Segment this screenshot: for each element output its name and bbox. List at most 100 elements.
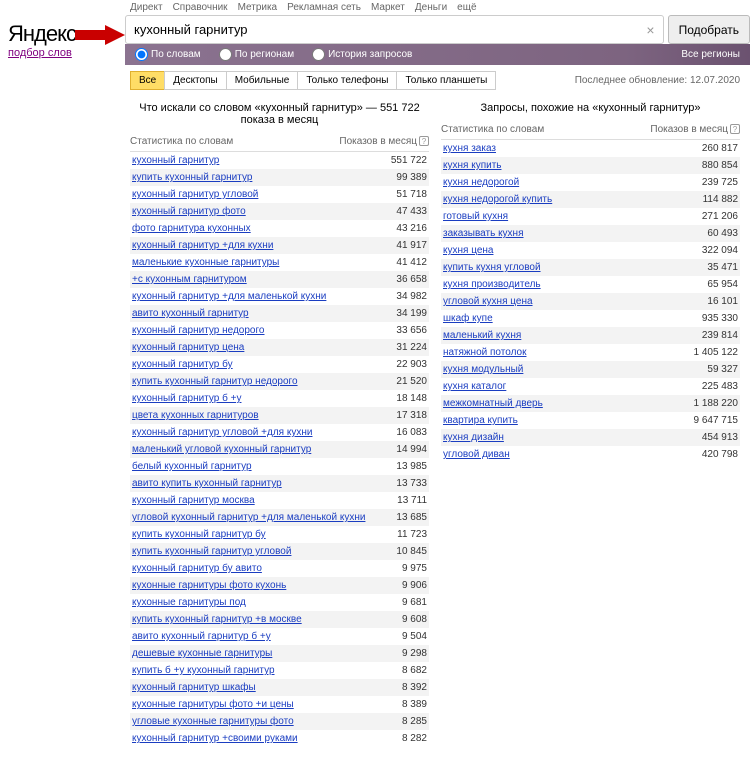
keyword-link[interactable]: кухонный гарнитур бу авито xyxy=(132,563,262,574)
count-value: 99 389 xyxy=(367,172,427,183)
keyword-link[interactable]: кухонный гарнитур шкафы xyxy=(132,682,256,693)
help-icon[interactable]: ? xyxy=(419,136,429,146)
keyword-link[interactable]: кухня производитель xyxy=(443,279,541,290)
count-value: 239 725 xyxy=(678,177,738,188)
keyword-link[interactable]: кухонный гарнитур цена xyxy=(132,342,244,353)
nav-link[interactable]: Справочник xyxy=(173,2,228,13)
keyword-link[interactable]: угловой кухонный гарнитур +для маленькой… xyxy=(132,512,365,523)
keyword-link[interactable]: цвета кухонных гарнитуров xyxy=(132,410,259,421)
keyword-link[interactable]: кухня дизайн xyxy=(443,432,504,443)
keyword-link[interactable]: купить б +у кухонный гарнитур xyxy=(132,665,275,676)
keyword-link[interactable]: маленький кухня xyxy=(443,330,521,341)
keyword-link[interactable]: кухня каталог xyxy=(443,381,506,392)
keyword-link[interactable]: кухня недорогой xyxy=(443,177,519,188)
search-input[interactable] xyxy=(128,18,640,41)
keyword-link[interactable]: кухня купить xyxy=(443,160,501,171)
count-value: 551 722 xyxy=(367,155,427,166)
keyword-link[interactable]: кухонный гарнитур недорого xyxy=(132,325,265,336)
submit-button[interactable]: Подобрать xyxy=(668,15,750,44)
keyword-link[interactable]: заказывать кухня xyxy=(443,228,524,239)
count-value: 420 798 xyxy=(678,449,738,460)
keyword-link[interactable]: купить кухонный гарнитур угловой xyxy=(132,546,291,557)
nav-link[interactable]: Директ xyxy=(130,2,163,13)
keyword-link[interactable]: маленький угловой кухонный гарнитур xyxy=(132,444,311,455)
count-value: 43 216 xyxy=(367,223,427,234)
tab-tablets[interactable]: Только планшеты xyxy=(396,71,496,90)
count-value: 239 814 xyxy=(678,330,738,341)
keyword-link[interactable]: угловые кухонные гарнитуры фото xyxy=(132,716,294,727)
radio[interactable] xyxy=(312,48,325,61)
nav-link[interactable]: Рекламная сеть xyxy=(287,2,361,13)
keyword-link[interactable]: кухонный гарнитур москва xyxy=(132,495,255,506)
table-row: кухонный гарнитур бу авито9 975 xyxy=(130,560,429,577)
keyword-link[interactable]: купить кухонный гарнитур xyxy=(132,172,252,183)
table-row: купить кухонный гарнитур недорого 21 520 xyxy=(130,373,429,390)
keyword-link[interactable]: кухонный гарнитур угловой +для кухни xyxy=(132,427,312,438)
filter-by-words[interactable]: По словам xyxy=(135,48,201,61)
keyword-link[interactable]: авито купить кухонный гарнитур xyxy=(132,478,282,489)
filter-history[interactable]: История запросов xyxy=(312,48,412,61)
keyword-link[interactable]: авито кухонный гарнитур б +у xyxy=(132,631,271,642)
keyword-link[interactable]: кухня заказ xyxy=(443,143,496,154)
keyword-link[interactable]: +с кухонным гарнитуром xyxy=(132,274,247,285)
keyword-link[interactable]: кухонный гарнитур +своими руками xyxy=(132,733,298,744)
logo-sub-link[interactable]: подбор слов xyxy=(8,47,72,59)
keyword-link[interactable]: купить кухонный гарнитур недорого xyxy=(132,376,298,387)
keyword-link[interactable]: кухонный гарнитур б +у xyxy=(132,393,241,404)
table-row: купить кухонный гарнитур 99 389 xyxy=(130,169,429,186)
keyword-link[interactable]: кухонный гарнитур +для кухни xyxy=(132,240,273,251)
keyword-link[interactable]: купить кухонный гарнитур +в москве xyxy=(132,614,302,625)
keyword-link[interactable]: авито кухонный гарнитур xyxy=(132,308,249,319)
keyword-link[interactable]: кухня модульный xyxy=(443,364,523,375)
keyword-link[interactable]: кухонный гарнитур угловой xyxy=(132,189,258,200)
all-regions-link[interactable]: Все регионы xyxy=(681,49,740,60)
radio[interactable] xyxy=(219,48,232,61)
keyword-link[interactable]: кухонный гарнитур бу xyxy=(132,359,233,370)
keyword-link[interactable]: кухонный гарнитур xyxy=(132,155,219,166)
keyword-link[interactable]: готовый кухня xyxy=(443,211,508,222)
table-row: маленький кухня 239 814 xyxy=(441,327,740,344)
table-row: кухонные гарнитуры фото +и цены8 389 xyxy=(130,696,429,713)
keyword-link[interactable]: кухонные гарнитуры под xyxy=(132,597,246,608)
keyword-link[interactable]: купить кухня угловой xyxy=(443,262,541,273)
nav-link[interactable]: Деньги xyxy=(415,2,447,13)
table-row: кухонный гарнитур цена31 224 xyxy=(130,339,429,356)
count-value: 9 504 xyxy=(367,631,427,642)
keyword-link[interactable]: кухня цена xyxy=(443,245,493,256)
tab-mobile[interactable]: Мобильные xyxy=(226,71,299,90)
clear-icon[interactable]: × xyxy=(640,22,660,38)
keyword-link[interactable]: дешевые кухонные гарнитуры xyxy=(132,648,272,659)
keyword-link[interactable]: шкаф купе xyxy=(443,313,493,324)
keyword-link[interactable]: кухонные гарнитуры фото +и цены xyxy=(132,699,294,710)
keyword-link[interactable]: натяжной потолок xyxy=(443,347,526,358)
table-row: кухня дизайн454 913 xyxy=(441,429,740,446)
keyword-link[interactable]: угловой кухня цена xyxy=(443,296,533,307)
keyword-link[interactable]: кухня недорогой купить xyxy=(443,194,552,205)
nav-link[interactable]: Маркет xyxy=(371,2,405,13)
tab-phones[interactable]: Только телефоны xyxy=(297,71,397,90)
table-row: межкомнатный дверь1 188 220 xyxy=(441,395,740,412)
count-value: 21 520 xyxy=(367,376,427,387)
tab-desktop[interactable]: Десктопы xyxy=(164,71,226,90)
table-row: кухонный гарнитур +для кухни41 917 xyxy=(130,237,429,254)
filter-by-regions[interactable]: По регионам xyxy=(219,48,294,61)
table-row: кухонные гарнитуры под9 681 xyxy=(130,594,429,611)
radio[interactable] xyxy=(135,48,148,61)
table-row: кухонный гарнитур угловой51 718 xyxy=(130,186,429,203)
table-row: квартира купить9 647 715 xyxy=(441,412,740,429)
help-icon[interactable]: ? xyxy=(730,124,740,134)
tab-all[interactable]: Все xyxy=(130,71,165,90)
keyword-link[interactable]: белый кухонный гарнитур xyxy=(132,461,252,472)
keyword-link[interactable]: квартира купить xyxy=(443,415,518,426)
keyword-link[interactable]: купить кухонный гарнитур бу xyxy=(132,529,266,540)
keyword-link[interactable]: кухонные гарнитуры фото кухонь xyxy=(132,580,286,591)
keyword-link[interactable]: кухонный гарнитур фото xyxy=(132,206,246,217)
keyword-link[interactable]: фото гарнитура кухонных xyxy=(132,223,251,234)
count-value: 10 845 xyxy=(367,546,427,557)
keyword-link[interactable]: кухонный гарнитур +для маленькой кухни xyxy=(132,291,326,302)
nav-link[interactable]: Метрика xyxy=(238,2,278,13)
keyword-link[interactable]: маленькие кухонные гарнитуры xyxy=(132,257,279,268)
nav-link[interactable]: ещё xyxy=(457,2,476,13)
keyword-link[interactable]: межкомнатный дверь xyxy=(443,398,543,409)
keyword-link[interactable]: угловой диван xyxy=(443,449,510,460)
